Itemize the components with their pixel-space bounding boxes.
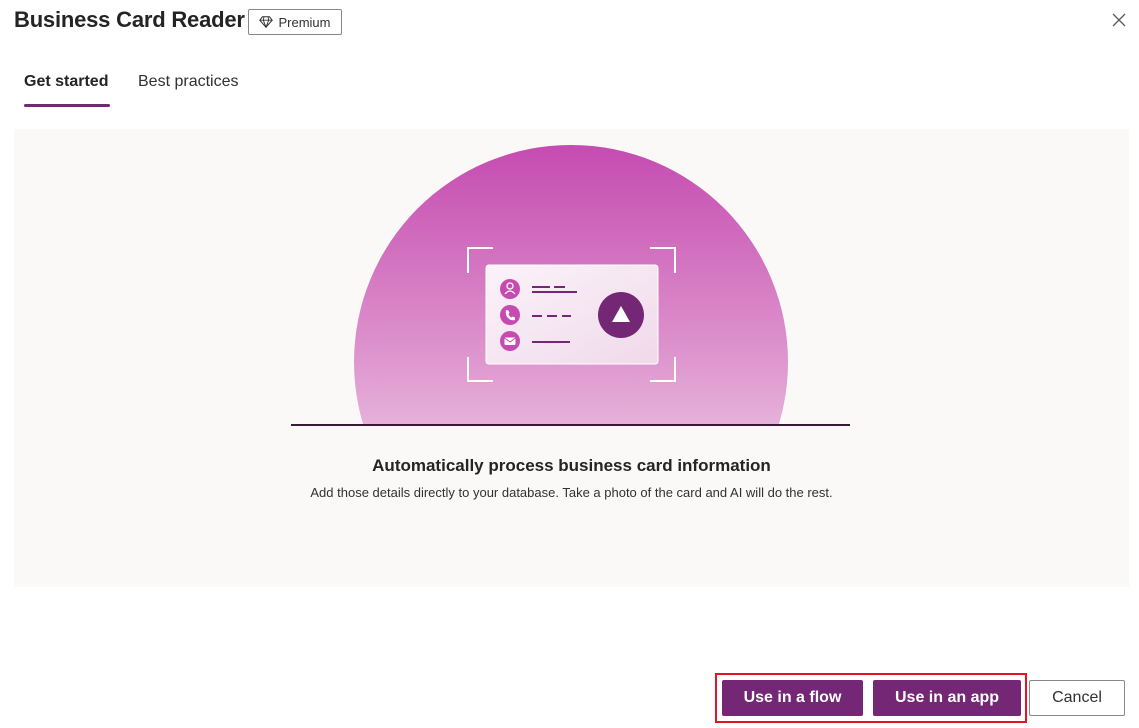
person-icon bbox=[500, 279, 520, 299]
upload-icon bbox=[598, 292, 644, 338]
use-in-flow-button[interactable]: Use in a flow bbox=[722, 680, 863, 716]
diamond-icon bbox=[259, 16, 274, 28]
tab-get-started[interactable]: Get started bbox=[24, 64, 111, 107]
hero-description: Add those details directly to your datab… bbox=[310, 485, 833, 500]
dialog-title: Business Card Reader bbox=[14, 7, 245, 32]
cancel-button[interactable]: Cancel bbox=[1029, 680, 1125, 716]
tab-best-practices[interactable]: Best practices bbox=[138, 64, 238, 106]
phone-icon bbox=[500, 305, 520, 325]
business-card-illustration bbox=[291, 145, 850, 426]
use-in-app-button[interactable]: Use in an app bbox=[873, 680, 1021, 716]
hero-heading: Automatically process business card info… bbox=[372, 456, 771, 475]
close-button[interactable] bbox=[1107, 8, 1131, 32]
business-card-reader-dialog: Business Card Reader Premium Get started… bbox=[0, 0, 1139, 728]
premium-label: Premium bbox=[278, 14, 331, 30]
close-icon bbox=[1112, 13, 1126, 27]
mail-icon bbox=[500, 331, 520, 351]
premium-badge: Premium bbox=[248, 9, 342, 35]
hero-panel: Automatically process business card info… bbox=[14, 129, 1129, 587]
